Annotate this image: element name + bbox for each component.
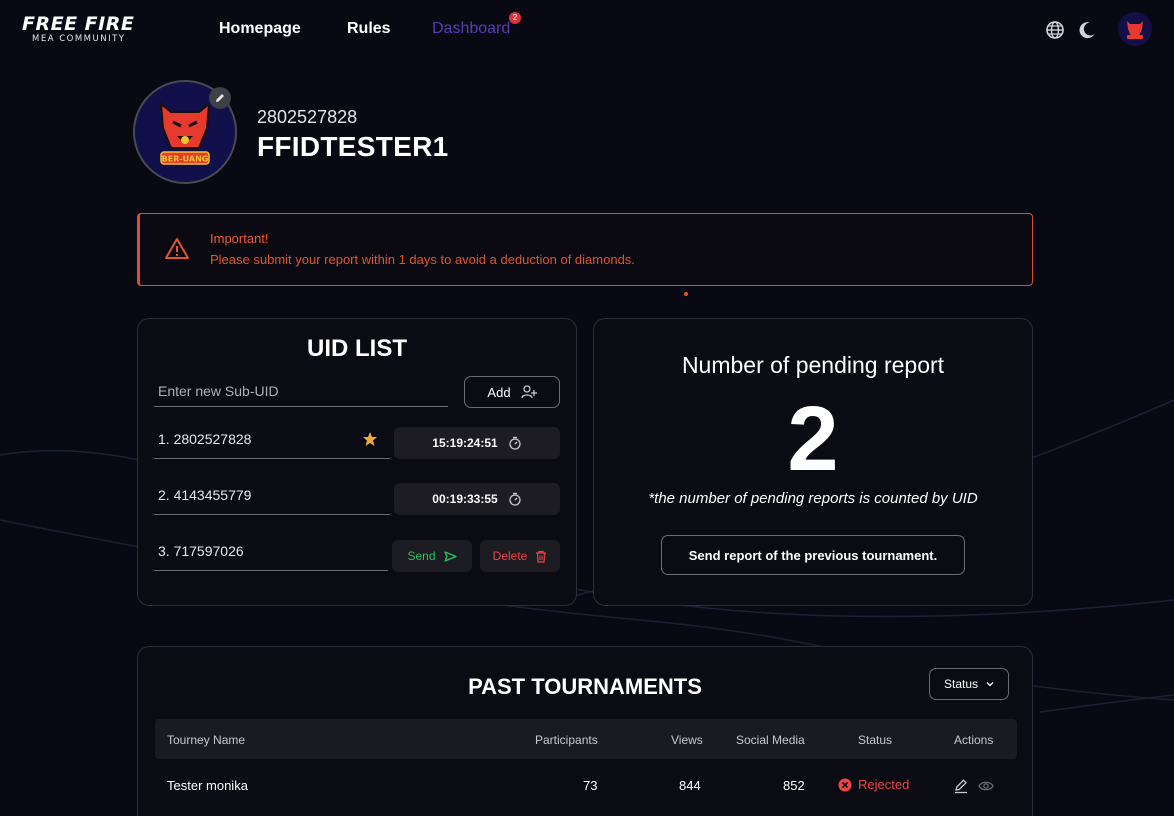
pencil-icon: [216, 94, 224, 102]
participants-cell: 73: [583, 778, 598, 793]
column-header-tourney-name: Tourney Name: [167, 733, 246, 747]
x-circle-icon: [838, 778, 852, 791]
free-fire-logo[interactable]: FREE FIRE MEA COMMUNITY: [22, 14, 146, 46]
status-badge: Rejected: [838, 777, 909, 792]
send-button[interactable]: Send: [392, 540, 472, 572]
logo-sub-text: MEA COMMUNITY: [32, 34, 126, 44]
alert-message: Please submit your report within 1 days …: [210, 252, 635, 267]
delete-button[interactable]: Delete: [480, 540, 560, 572]
pending-note: *the number of pending reports is counte…: [648, 490, 978, 507]
past-tournaments-card: PAST TOURNAMENTS Status Tourney Name Par…: [137, 646, 1033, 816]
uid-timer: 00:19:33:55: [394, 483, 560, 515]
uid-timer: 15:19:24:51: [394, 427, 560, 459]
globe-icon[interactable]: [1045, 20, 1065, 40]
uid-row-text: 3. 717597026: [158, 543, 244, 559]
avatar-logo-text: BER-UANG: [162, 155, 209, 164]
eye-icon[interactable]: [978, 778, 994, 794]
uid-row-text: 1. 2802527828: [158, 431, 252, 447]
uid-list-title: UID LIST: [307, 335, 407, 362]
uid-row: 3. 717597026: [154, 539, 388, 571]
column-header-social-media: Social Media: [736, 733, 805, 747]
moon-icon[interactable]: [1077, 20, 1097, 40]
user-avatar[interactable]: [1118, 12, 1152, 46]
social-media-cell: 852: [783, 778, 805, 793]
delete-button-label: Delete: [492, 549, 528, 563]
trash-icon: [536, 550, 547, 563]
send-button-label: Send: [407, 549, 436, 563]
status-text: Rejected: [858, 777, 910, 792]
carousel-dot: [684, 292, 688, 296]
send-previous-report-button[interactable]: Send report of the previous tournament.: [661, 535, 965, 575]
profile-name: FFIDTESTER1: [257, 131, 449, 162]
tourney-name-cell: Tester monika: [167, 778, 248, 793]
views-cell: 844: [679, 778, 701, 793]
status-filter-label: Status: [943, 677, 979, 691]
edit-avatar-button[interactable]: [209, 87, 231, 109]
bear-logo-icon: [1118, 12, 1152, 46]
uid-row: 1. 2802527828: [154, 427, 390, 459]
chevron-down-icon: [986, 682, 994, 687]
column-header-views: Views: [671, 733, 703, 747]
uid-list-card: UID LIST Add 1. 2802527828 15:19:24:51 2…: [137, 318, 577, 606]
stopwatch-icon: [509, 436, 521, 450]
send-icon: [443, 550, 457, 562]
uid-row-text: 2. 4143455779: [158, 487, 252, 503]
stopwatch-icon: [509, 492, 521, 506]
star-icon[interactable]: [362, 431, 378, 447]
logo-main-text: FREE FIRE: [22, 13, 135, 35]
edit-icon[interactable]: [953, 778, 969, 794]
alert-title: Important!: [210, 231, 269, 246]
column-header-actions: Actions: [954, 733, 994, 747]
column-header-participants: Participants: [535, 733, 598, 747]
uid-row: 2. 4143455779: [154, 483, 390, 515]
pending-report-card: Number of pending report 2 *the number o…: [593, 318, 1033, 606]
add-user-icon: [520, 385, 537, 399]
warning-icon: [165, 238, 189, 259]
past-tournaments-title: PAST TOURNAMENTS: [468, 674, 702, 699]
profile-uid: 2802527828: [257, 107, 358, 127]
nav-dashboard[interactable]: Dashboard: [432, 20, 510, 38]
nav-rules[interactable]: Rules: [347, 20, 391, 38]
status-filter-dropdown[interactable]: Status: [929, 668, 1009, 700]
dashboard-notification-badge: 2: [509, 12, 521, 24]
timer-value: 15:19:24:51: [432, 436, 498, 450]
sub-uid-input[interactable]: [154, 375, 448, 407]
nav-homepage[interactable]: Homepage: [219, 20, 301, 38]
pending-title: Number of pending report: [681, 352, 945, 378]
add-uid-button[interactable]: Add: [464, 376, 560, 408]
add-button-label: Add: [487, 384, 511, 400]
important-alert: Important! Please submit your report wit…: [137, 213, 1033, 286]
table-header: Tourney Name Participants Views Social M…: [155, 719, 1017, 759]
timer-value: 00:19:33:55: [432, 492, 498, 506]
top-navbar: FREE FIRE MEA COMMUNITY Homepage Rules D…: [0, 0, 1174, 60]
column-header-status: Status: [858, 733, 893, 747]
pending-count: 2: [787, 388, 839, 490]
